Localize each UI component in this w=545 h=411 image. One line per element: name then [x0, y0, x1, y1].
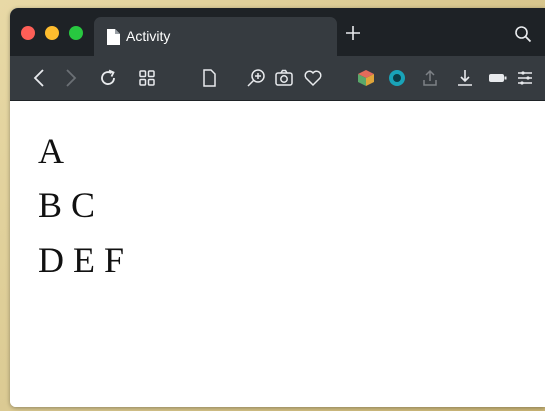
document-icon	[106, 29, 120, 50]
tab-label: Activity	[126, 28, 171, 44]
text-line-1: A	[38, 131, 64, 171]
share-icon[interactable]	[420, 68, 440, 88]
search-icon[interactable]	[514, 25, 532, 48]
tab-activity[interactable]: Activity	[94, 17, 337, 56]
browser-window: Activity A B C D E F	[10, 8, 545, 407]
text-line-3: D E F	[38, 240, 125, 280]
page-icon[interactable]	[199, 68, 219, 88]
reload-icon[interactable]	[98, 68, 118, 88]
cube-icon[interactable]	[356, 68, 376, 88]
maximize-window-button[interactable]	[69, 26, 83, 40]
menu-icon[interactable]	[515, 68, 535, 88]
zoom-in-icon[interactable]	[246, 68, 266, 88]
new-tab-button[interactable]	[344, 24, 362, 47]
toolbar	[10, 56, 545, 101]
download-icon[interactable]	[455, 68, 475, 88]
minimize-window-button[interactable]	[45, 26, 59, 40]
close-window-button[interactable]	[21, 26, 35, 40]
camera-icon[interactable]	[274, 68, 294, 88]
grid-icon[interactable]	[137, 68, 157, 88]
forward-icon[interactable]	[60, 68, 80, 88]
battery-icon[interactable]	[488, 68, 508, 88]
text-line-2: B C	[38, 185, 96, 225]
title-bar: Activity	[10, 8, 545, 56]
circle-icon[interactable]	[387, 68, 407, 88]
heart-icon[interactable]	[303, 68, 323, 88]
page-content: A B C D E F	[10, 101, 545, 407]
back-icon[interactable]	[30, 68, 50, 88]
